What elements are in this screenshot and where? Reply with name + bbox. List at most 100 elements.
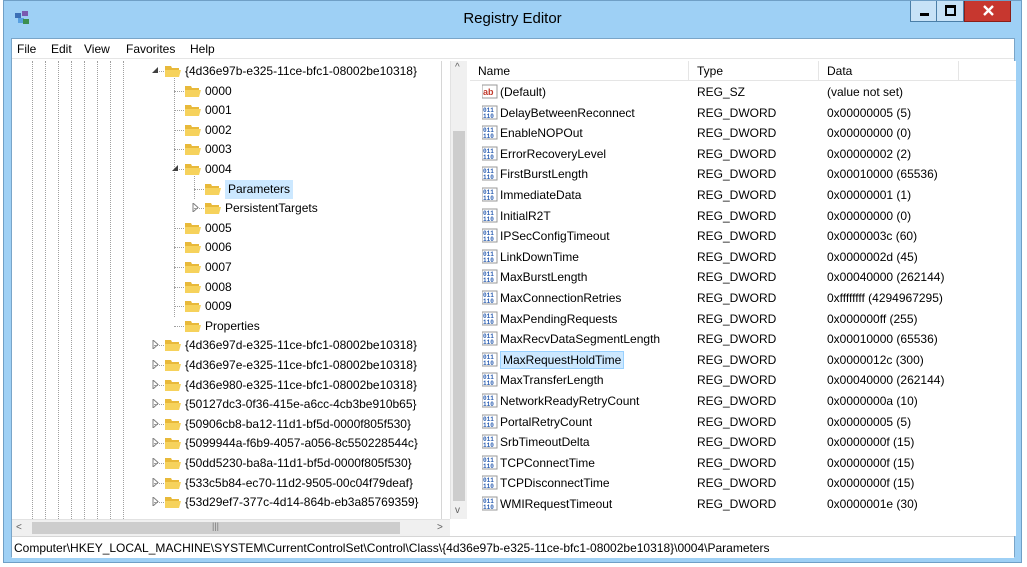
tree-node[interactable]: {533c5b84-ec70-11d2-9505-00c04f79deaf} [12,474,441,493]
tree-node[interactable]: 0006 [12,238,441,257]
value-row[interactable]: 011 110 WMIRequestTimeout REG_DWORD 0x000000… [470,494,1016,514]
menu-file[interactable]: File [17,42,36,56]
tree-node-label[interactable]: 0003 [205,142,232,156]
tree-node-label[interactable]: {4d36e97b-e325-11ce-bfc1-08002be10318} [185,64,417,78]
value-name[interactable]: DelayBetweenReconnect [500,106,635,120]
scroll-down-icon[interactable]: v [455,505,460,516]
value-name[interactable]: ImmediateData [500,188,581,202]
value-name[interactable]: LinkDownTime [500,250,579,264]
tree-node-label[interactable]: 0000 [205,84,232,98]
value-name[interactable]: MaxPendingRequests [500,312,617,326]
value-name[interactable]: ErrorRecoveryLevel [500,147,606,161]
value-name[interactable]: FirstBurstLength [500,167,588,181]
tree-horizontal-scrollbar[interactable]: < ||| > [12,519,450,536]
tree-vertical-scrollbar[interactable]: ^ v [450,61,467,519]
collapsed-arrow-icon[interactable] [151,379,160,389]
value-row[interactable]: 011 110 MaxTransferLength REG_DWORD 0x000400… [470,370,1016,390]
value-row[interactable]: 011 110 ErrorRecoveryLevel REG_DWORD 0x00000… [470,144,1016,164]
maximize-button[interactable] [937,1,964,22]
tree-node-label[interactable]: 0006 [205,240,232,254]
tree-node[interactable]: {4d36e97b-e325-11ce-bfc1-08002be10318} [12,62,441,81]
tree-node-label[interactable]: 0001 [205,103,232,117]
tree-node[interactable]: 0003 [12,140,441,159]
value-name[interactable]: MaxTransferLength [500,373,604,387]
value-row[interactable]: 011 110 EnableNOPOut REG_DWORD 0x00000000 (0… [470,123,1016,143]
expanded-arrow-icon[interactable] [151,66,160,75]
column-header-name[interactable]: Name [470,61,689,81]
tree-node[interactable]: {53d29ef7-377c-4d14-864b-eb3a85769359} [12,493,441,512]
tree-vertical-thumb[interactable] [453,131,465,501]
tree-node-label[interactable]: Properties [205,319,260,333]
value-row[interactable]: 011 110 IPSecConfigTimeout REG_DWORD 0x00000… [470,226,1016,246]
scroll-right-icon[interactable]: > [437,522,443,533]
value-row[interactable]: 011 110 DelayBetweenReconnect REG_DWORD 0x00… [470,103,1016,123]
menu-help[interactable]: Help [190,42,215,56]
value-row[interactable]: 011 110 MaxBurstLength REG_DWORD 0x00040000 … [470,267,1016,287]
tree-node[interactable]: {50127dc3-0f36-415e-a6cc-4cb3be910b65} [12,395,441,414]
tree-node-label[interactable]: {4d36e97d-e325-11ce-bfc1-08002be10318} [185,338,417,352]
tree-node-label[interactable]: 0008 [205,280,232,294]
tree-node[interactable]: 0009 [12,297,441,316]
collapsed-arrow-icon[interactable] [151,418,160,428]
tree-node[interactable]: {4d36e980-e325-11ce-bfc1-08002be10318} [12,376,441,395]
minimize-button[interactable] [910,1,937,22]
tree-node-label[interactable]: {50127dc3-0f36-415e-a6cc-4cb3be910b65} [185,397,417,411]
value-name[interactable]: TCPConnectTime [500,456,595,470]
value-row[interactable]: 011 110 InitialR2T REG_DWORD 0x00000000 (0) [470,206,1016,226]
collapsed-arrow-icon[interactable] [151,497,160,507]
value-row[interactable]: 011 110 MaxRecvDataSegmentLength REG_DWORD 0… [470,329,1016,349]
values-list-pane[interactable]: Name Type Data ab (Default) REG_SZ (value n… [470,61,1016,536]
value-row[interactable]: 011 110 PortalRetryCount REG_DWORD 0x0000000… [470,412,1016,432]
tree-node[interactable]: 0007 [12,258,441,277]
tree-node[interactable]: {50dd5230-ba8a-11d1-bf5d-0000f805f530} [12,454,441,473]
tree-node[interactable]: {5099944a-f6b9-4057-a056-8c550228544c} [12,434,441,453]
value-name[interactable]: NetworkReadyRetryCount [500,394,639,408]
scroll-left-icon[interactable]: < [16,522,22,533]
scroll-up-icon[interactable]: ^ [455,62,460,73]
collapsed-arrow-icon[interactable] [151,360,160,369]
value-name[interactable]: MaxRequestHoldTime [500,350,625,369]
tree-node-label[interactable]: 0002 [205,123,232,137]
value-row[interactable]: 011 110 MaxRequestHoldTime REG_DWORD 0x00000… [470,350,1016,370]
tree-node[interactable]: 0008 [12,278,441,297]
column-header-data[interactable]: Data [819,61,959,81]
expanded-arrow-icon[interactable] [171,164,180,173]
value-row[interactable]: 011 110 MaxPendingRequests REG_DWORD 0x00000… [470,309,1016,329]
collapsed-arrow-icon[interactable] [151,477,160,487]
menu-view[interactable]: View [84,42,110,56]
value-name[interactable]: (Default) [500,85,546,99]
tree-node-label[interactable]: {50dd5230-ba8a-11d1-bf5d-0000f805f530} [185,456,412,470]
tree-node[interactable]: {4d36e97d-e325-11ce-bfc1-08002be10318} [12,336,441,355]
tree-horizontal-thumb[interactable]: ||| [32,521,400,534]
value-row[interactable]: 011 110 NetworkReadyRetryCount REG_DWORD 0x0… [470,391,1016,411]
value-name[interactable]: PortalRetryCount [500,415,592,429]
value-name[interactable]: InitialR2T [500,209,551,223]
tree-node[interactable]: {50906cb8-ba12-11d1-bf5d-0000f805f530} [12,415,441,434]
value-row[interactable]: 011 110 FirstBurstLength REG_DWORD 0x0001000… [470,164,1016,184]
tree-node[interactable]: 0000 [12,82,441,101]
value-row[interactable]: 011 110 TCPConnectTime REG_DWORD 0x0000000f … [470,453,1016,473]
tree-node[interactable]: 0004 [12,160,441,179]
value-name[interactable]: MaxConnectionRetries [500,291,621,305]
value-name[interactable]: MaxBurstLength [500,270,587,284]
tree-node-label[interactable]: {50906cb8-ba12-11d1-bf5d-0000f805f530} [185,417,411,431]
collapsed-arrow-icon[interactable] [151,340,160,350]
key-tree-pane[interactable]: {4d36e97b-e325-11ce-bfc1-08002be10318} 00… [12,61,442,519]
tree-node[interactable]: {4d36e97e-e325-11ce-bfc1-08002be10318} [12,356,441,375]
tree-node-label[interactable]: {4d36e980-e325-11ce-bfc1-08002be10318} [185,378,417,392]
value-row[interactable]: 011 110 MaxConnectionRetries REG_DWORD 0xfff… [470,288,1016,308]
column-header-type[interactable]: Type [689,61,819,81]
close-button[interactable] [964,1,1011,22]
value-name[interactable]: TCPDisconnectTime [500,476,610,490]
tree-node-label[interactable]: Parameters [225,179,294,199]
tree-node-label[interactable]: {5099944a-f6b9-4057-a056-8c550228544c} [185,436,418,450]
value-name[interactable]: MaxRecvDataSegmentLength [500,332,660,346]
tree-node[interactable]: PersistentTargets [12,199,441,218]
collapsed-arrow-icon[interactable] [151,399,160,409]
tree-node[interactable]: Properties [12,317,441,336]
value-name[interactable]: WMIRequestTimeout [500,497,612,511]
tree-node[interactable]: Parameters [12,179,441,199]
tree-node[interactable]: 0001 [12,101,441,120]
value-row[interactable]: 011 110 LinkDownTime REG_DWORD 0x0000002d (4… [470,247,1016,267]
value-name[interactable]: SrbTimeoutDelta [500,435,590,449]
